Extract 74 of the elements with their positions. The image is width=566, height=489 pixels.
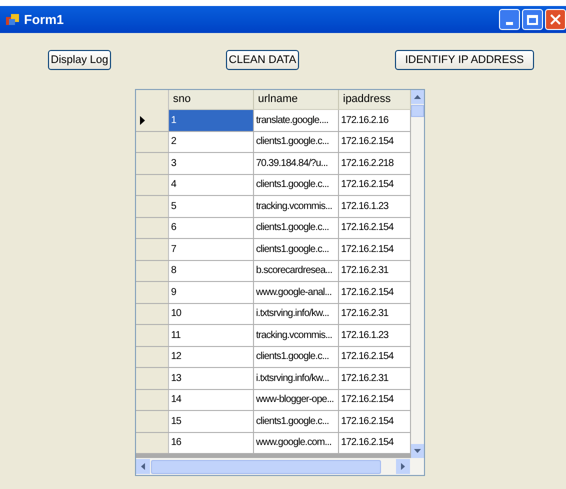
table-cell: 172.16.2.31 <box>339 368 411 388</box>
identify-ip-address-button[interactable]: IDENTIFY IP ADDRESS <box>395 50 534 70</box>
table-cell: 10 <box>169 304 254 324</box>
table-cell: clients1.google.c... <box>254 411 339 432</box>
maximize-button[interactable] <box>522 9 543 30</box>
table-cell: 172.16.2.154 <box>339 174 411 195</box>
table-cell: tracking.vcommis... <box>254 196 339 216</box>
scroll-thumb[interactable] <box>411 105 424 117</box>
table-cell: translate.google.... <box>254 110 339 130</box>
minimize-button[interactable] <box>499 9 520 30</box>
table-cell: 3 <box>169 153 254 174</box>
left-arrow-icon <box>141 463 145 470</box>
table-cell: clients1.google.c... <box>254 174 339 195</box>
table-cell: 172.16.1.23 <box>339 325 411 346</box>
table-cell: 8 <box>169 260 254 281</box>
table-cell: 12 <box>169 346 254 367</box>
app-icon <box>6 12 20 26</box>
table-cell: 172.16.2.16 <box>339 110 411 130</box>
vertical-scrollbar[interactable] <box>411 90 424 458</box>
table-cell: 172.16.2.154 <box>339 132 411 152</box>
table-cell: tracking.vcommis... <box>254 325 339 346</box>
table-cell: 172.16.2.154 <box>339 239 411 260</box>
table-cell: www.google.com... <box>254 432 339 453</box>
table-cell: 172.16.2.218 <box>339 153 411 174</box>
table-cell: 13 <box>169 368 254 388</box>
column-header[interactable]: urlname <box>254 90 339 110</box>
table-cell: 172.16.1.23 <box>339 196 411 216</box>
table-cell: 2 <box>169 132 254 152</box>
table-cell: 172.16.2.31 <box>339 260 411 281</box>
table-cell: 172.16.2.154 <box>339 411 411 432</box>
table-cell: 172.16.2.154 <box>339 218 411 238</box>
clean-data-button[interactable]: CLEAN DATA <box>226 50 299 70</box>
column-header[interactable]: ipaddress <box>339 90 411 110</box>
table-cell: 70.39.184.84/?u... <box>254 153 339 174</box>
right-arrow-icon <box>401 463 405 470</box>
scroll-up-button[interactable] <box>411 90 424 104</box>
table-cell: www-blogger-ope... <box>254 390 339 410</box>
table-cell: 172.16.2.154 <box>339 282 411 302</box>
table-cell: b.scorecardresea... <box>254 260 339 281</box>
scroll-left-button[interactable] <box>136 459 150 474</box>
scroll-thumb[interactable] <box>151 460 381 474</box>
table-cell: 15 <box>169 411 254 432</box>
table-cell: 172.16.2.154 <box>339 346 411 367</box>
table-cell: clients1.google.c... <box>254 132 339 152</box>
table-cell: clients1.google.c... <box>254 218 339 238</box>
display-log-button[interactable]: Display Log <box>48 50 111 70</box>
table-cell: www.google-anal... <box>254 282 339 302</box>
scroll-down-button[interactable] <box>411 444 424 458</box>
close-icon <box>550 14 561 25</box>
row-header[interactable] <box>136 110 169 130</box>
table-cell: clients1.google.c... <box>254 239 339 260</box>
table-cell: 1 <box>169 110 254 130</box>
table-cell: 172.16.2.154 <box>339 390 411 410</box>
table-cell: 16 <box>169 432 254 453</box>
table-cell: 4 <box>169 174 254 195</box>
horizontal-scrollbar[interactable] <box>136 458 424 475</box>
close-button[interactable] <box>545 9 566 30</box>
up-arrow-icon <box>414 95 421 99</box>
table-cell: 172.16.2.154 <box>339 432 411 453</box>
table-cell: 5 <box>169 196 254 216</box>
table-cell: clients1.google.c... <box>254 346 339 367</box>
scroll-right-button[interactable] <box>396 459 410 474</box>
table-cell: 172.16.2.31 <box>339 304 411 324</box>
down-arrow-icon <box>414 449 421 453</box>
table-cell: i.txtsrving.info/kw... <box>254 368 339 388</box>
current-row-icon <box>140 116 145 125</box>
table-cell: 11 <box>169 325 254 346</box>
table-cell: i.txtsrving.info/kw... <box>254 304 339 324</box>
window-title: Form1 <box>24 10 64 29</box>
table-cell: 6 <box>169 218 254 238</box>
table-cell: 7 <box>169 239 254 260</box>
column-header[interactable]: sno <box>169 90 254 110</box>
table-cell: 14 <box>169 390 254 410</box>
table-cell: 9 <box>169 282 254 302</box>
